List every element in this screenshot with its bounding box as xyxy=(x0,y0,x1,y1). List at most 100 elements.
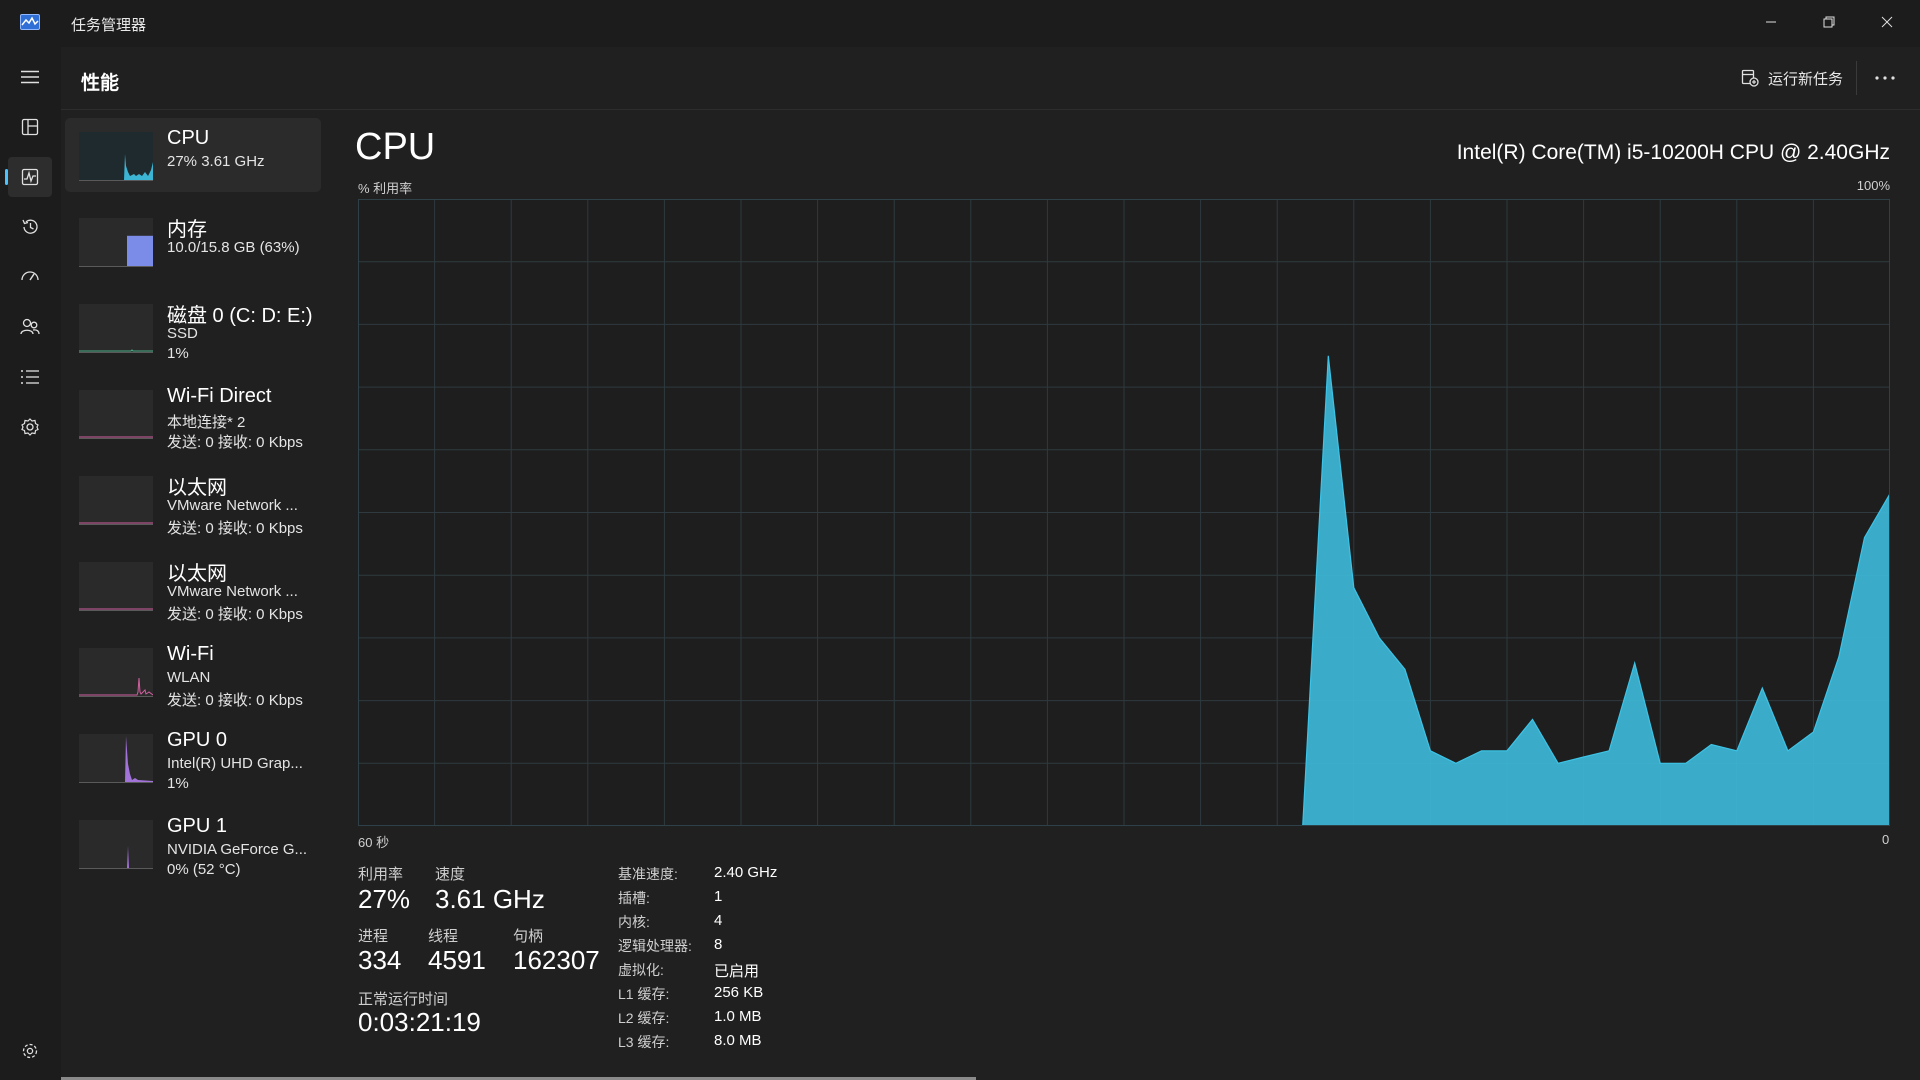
device-thumbnail xyxy=(79,132,153,181)
device-name: GPU 1 xyxy=(167,815,228,837)
device-thumbnail xyxy=(79,218,153,267)
info-key: L1 缓存: xyxy=(618,986,670,1002)
device-detail: 10.0/15.8 GB (63%) xyxy=(167,239,300,256)
utilization-label: 利用率 xyxy=(358,866,404,883)
nav-startup-apps[interactable] xyxy=(8,257,52,297)
device-thumbnail xyxy=(79,648,153,697)
device-list: CPU 27% 3.61 GHz 内存 10.0/15.8 GB (63%) 磁… xyxy=(65,118,321,892)
device-detail-2: 发送: 0 接收: 0 Kbps xyxy=(167,606,303,623)
device-name: 内存 xyxy=(167,219,207,241)
chart-y-max-label: 100% xyxy=(1856,178,1890,193)
app-history-icon xyxy=(22,219,38,234)
uptime-label: 正常运行时间 xyxy=(358,991,449,1008)
nav-users[interactable] xyxy=(8,307,52,347)
speed-value: 3.61 GHz xyxy=(435,884,545,914)
resource-title: CPU xyxy=(355,126,436,168)
thumb-graph xyxy=(79,677,153,696)
run-new-task-label: 运行新任务 xyxy=(1768,70,1844,88)
utilization-value: 27% xyxy=(358,884,411,914)
device-name: 以太网 xyxy=(167,563,227,585)
nav-performance[interactable] xyxy=(5,157,52,197)
threads-label: 线程 xyxy=(428,928,459,945)
info-value: 已启用 xyxy=(714,963,760,980)
info-value: 1.0 MB xyxy=(714,1008,762,1025)
nav-details[interactable] xyxy=(8,357,52,397)
device-detail: VMware Network ... xyxy=(167,497,298,514)
info-key: L2 缓存: xyxy=(618,1010,670,1026)
navigation-rail xyxy=(0,47,61,1080)
services-icon xyxy=(21,418,39,436)
device-thumbnail xyxy=(79,390,153,439)
thumb-graph xyxy=(79,846,153,868)
device-item-gpu-1[interactable]: GPU 1 NVIDIA GeForce G... 0% (52 °C) xyxy=(65,806,321,880)
hamburger-menu-button[interactable] xyxy=(8,57,52,97)
minimize-button[interactable] xyxy=(1742,0,1800,44)
device-detail: 27% 3.61 GHz xyxy=(167,153,265,170)
nav-app-history[interactable] xyxy=(8,207,52,247)
thumb-graph xyxy=(79,154,153,180)
more-options-button[interactable] xyxy=(1867,62,1903,94)
device-detail: SSD xyxy=(167,325,198,342)
device-detail: WLAN xyxy=(167,669,211,686)
device-item-memory[interactable]: 内存 10.0/15.8 GB (63%) xyxy=(65,204,321,278)
chart-x-left-label: 60 秒 xyxy=(358,835,390,850)
thumb-graph xyxy=(79,349,153,352)
device-name: GPU 0 xyxy=(167,729,228,751)
nav-processes[interactable] xyxy=(8,107,52,147)
device-item-ethernet-1[interactable]: 以太网 VMware Network ... 发送: 0 接收: 0 Kbps xyxy=(65,462,321,537)
uptime-value: 0:03:21:19 xyxy=(358,1007,481,1037)
handles-label: 句柄 xyxy=(513,928,544,945)
info-key: 插槽: xyxy=(618,890,650,906)
info-key: 逻辑处理器: xyxy=(618,938,692,954)
run-new-task-button[interactable]: 运行新任务 xyxy=(1731,61,1853,95)
device-thumbnail xyxy=(79,476,153,525)
device-detail: VMware Network ... xyxy=(167,583,298,600)
close-button[interactable] xyxy=(1858,0,1916,44)
menu-icon xyxy=(21,70,39,84)
info-value: 2.40 GHz xyxy=(714,864,778,881)
users-icon xyxy=(20,318,40,335)
restore-icon xyxy=(1823,16,1835,28)
device-name: Wi-Fi xyxy=(167,643,214,665)
info-value: 4 xyxy=(714,912,723,929)
close-icon xyxy=(1881,16,1893,28)
device-item-cpu[interactable]: CPU 27% 3.61 GHz xyxy=(65,118,321,192)
nav-settings[interactable] xyxy=(8,1031,52,1071)
device-thumbnail xyxy=(79,562,153,611)
device-name: Wi-Fi Direct xyxy=(167,385,272,407)
device-name: 以太网 xyxy=(167,477,227,499)
device-detail-2: 发送: 0 接收: 0 Kbps xyxy=(167,520,303,537)
device-item-disk-0[interactable]: 磁盘 0 (C: D: E:) SSD 1% xyxy=(65,290,321,364)
performance-icon xyxy=(21,168,39,186)
page-title: 性能 xyxy=(81,73,120,94)
device-thumbnail xyxy=(79,304,153,353)
details-icon xyxy=(21,370,39,384)
device-item-wifi[interactable]: Wi-Fi WLAN 发送: 0 接收: 0 Kbps xyxy=(65,634,321,709)
device-item-gpu-0[interactable]: GPU 0 Intel(R) UHD Grap... 1% xyxy=(65,720,321,794)
device-detail: 本地连接* 2 xyxy=(167,414,246,431)
info-key: 虚拟化: xyxy=(618,962,664,978)
settings-icon xyxy=(22,1043,38,1059)
chart-grid xyxy=(358,199,1890,826)
info-key: L3 缓存: xyxy=(618,1034,670,1050)
window-title: 任务管理器 xyxy=(71,17,147,34)
more-icon xyxy=(1875,76,1895,80)
nav-services[interactable] xyxy=(8,407,52,447)
device-detail-2: 1% xyxy=(167,345,189,362)
info-value: 8.0 MB xyxy=(714,1032,762,1049)
run-new-task-icon xyxy=(1741,69,1759,87)
device-item-ethernet-2[interactable]: 以太网 VMware Network ... 发送: 0 接收: 0 Kbps xyxy=(65,548,321,623)
memory-fill xyxy=(127,235,153,266)
device-item-wifi-direct[interactable]: Wi-Fi Direct 本地连接* 2 发送: 0 接收: 0 Kbps xyxy=(65,376,321,451)
header-divider xyxy=(1856,61,1857,95)
speed-label: 速度 xyxy=(435,866,466,883)
cpu-utilization-chart xyxy=(358,199,1890,826)
cpu-model-name: Intel(R) Core(TM) i5-10200H CPU @ 2.40GH… xyxy=(1456,141,1890,164)
processes-value: 334 xyxy=(358,945,402,975)
minimize-icon xyxy=(1766,21,1776,23)
info-key: 内核: xyxy=(618,914,650,930)
restore-button[interactable] xyxy=(1800,0,1858,44)
device-name: CPU xyxy=(167,127,210,149)
thumb-graph xyxy=(79,736,153,782)
page-header: 性能 运行新任务 xyxy=(61,47,1920,110)
